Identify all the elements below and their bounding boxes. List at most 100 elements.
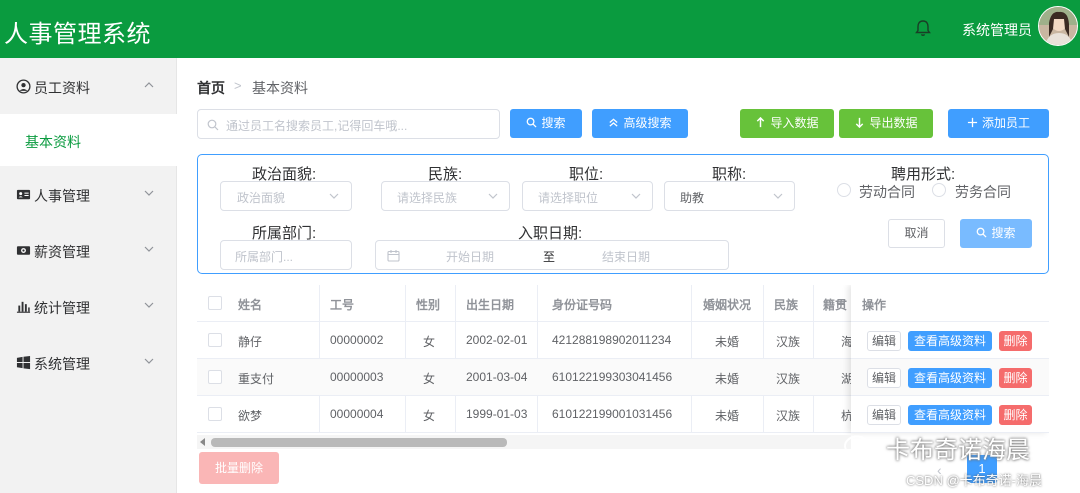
employ-radio-labor-label: 劳动合同	[859, 184, 915, 200]
employ-form-label: 聘用形式:	[891, 166, 956, 183]
cell-name: 静仔	[238, 335, 263, 349]
scroll-left-arrow-icon[interactable]	[200, 438, 206, 446]
user-name[interactable]: 系统管理员	[962, 20, 1032, 40]
cell-idcard: 421288198902011234	[552, 333, 672, 347]
advanced-search-label: 高级搜索	[623, 116, 672, 130]
employ-radio-service[interactable]	[932, 183, 946, 197]
cell-gender: 女	[423, 372, 436, 386]
date-start-placeholder: 开始日期	[446, 250, 495, 264]
advanced-search-submit-button[interactable]: 搜索	[960, 219, 1032, 248]
sidebar: 员工资料 基本资料 人事管理 薪资管理 统计管理 系统管理	[0, 58, 177, 493]
column-header-idcard: 身份证号码	[552, 298, 613, 312]
row-checkbox[interactable]	[208, 370, 222, 384]
title-select[interactable]: 助教	[664, 181, 795, 211]
export-label: 导出数据	[869, 116, 918, 130]
title-value: 助教	[680, 191, 705, 205]
advanced-search-button[interactable]: 高级搜索	[592, 109, 688, 138]
row-checkbox[interactable]	[208, 407, 222, 421]
department-input[interactable]: 所属部门...	[220, 240, 352, 270]
column-header-marriage: 婚姻状况	[703, 298, 752, 312]
search-input[interactable]: 通过员工名搜索员工,记得回车哦...	[197, 109, 500, 139]
row-checkbox[interactable]	[208, 333, 222, 347]
chevron-down-icon	[144, 246, 154, 252]
chevron-down-icon	[329, 193, 339, 199]
horizontal-scrollbar[interactable]	[197, 435, 851, 449]
search-icon	[207, 119, 219, 131]
user-circle-icon	[16, 79, 31, 94]
windows-icon	[16, 355, 31, 370]
export-data-button[interactable]: 导出数据	[839, 109, 933, 138]
cell-birth: 2002-02-01	[466, 333, 528, 347]
sidebar-item-salary[interactable]: 薪资管理	[0, 222, 177, 278]
cell-gender: 女	[423, 335, 436, 349]
column-header-gender: 性别	[416, 298, 441, 312]
edit-button[interactable]: 编辑	[867, 331, 901, 351]
add-employee-button[interactable]: 添加员工	[948, 109, 1049, 138]
watermark-main: 卡布奇诺海晨	[886, 437, 1030, 464]
sidebar-subitem-basic-info[interactable]: 基本资料	[0, 114, 177, 166]
download-icon	[856, 117, 864, 128]
nation-select[interactable]: 请选择民族	[381, 181, 510, 211]
department-placeholder: 所属部门...	[235, 250, 294, 264]
watermark-sub: CSDN @卡布奇诺-海晨	[906, 473, 1042, 488]
cell-idcard: 610122199001031456	[552, 407, 673, 421]
cell-id: 00000004	[330, 407, 384, 421]
entry-date-range[interactable]: 开始日期 至 结束日期	[375, 240, 729, 270]
select-all-checkbox[interactable]	[208, 296, 222, 310]
delete-button[interactable]: 删除	[999, 368, 1032, 388]
edit-button[interactable]: 编辑	[867, 368, 901, 388]
column-header-actions: 操作	[862, 298, 887, 312]
advanced-search-panel: 政治面貌: 民族: 职位: 职称: 聘用形式: 政治面貌 请选择民族 请选择职位…	[197, 154, 1049, 274]
search-placeholder: 通过员工名搜索员工,记得回车哦...	[226, 119, 408, 133]
advanced-search-submit-label: 搜索	[991, 226, 1016, 240]
column-header-id: 工号	[330, 298, 355, 312]
delete-button[interactable]: 删除	[999, 405, 1032, 425]
employ-radio-service-label: 劳务合同	[955, 184, 1011, 200]
delete-button[interactable]: 删除	[999, 331, 1032, 351]
breadcrumb-home[interactable]: 首页	[197, 78, 225, 98]
column-header-name: 姓名	[238, 298, 263, 312]
cell-birth: 2001-03-04	[466, 370, 528, 384]
batch-delete-button[interactable]: 批量删除	[199, 452, 279, 484]
search-icon	[977, 227, 988, 238]
position-select[interactable]: 请选择职位	[522, 181, 653, 211]
bar-chart-icon	[16, 301, 31, 313]
import-data-button[interactable]: 导入数据	[740, 109, 834, 138]
cell-idcard: 610122199303041456	[552, 370, 673, 384]
scrollbar-thumb[interactable]	[211, 438, 507, 447]
search-button[interactable]: 搜索	[510, 109, 582, 138]
chevron-down-icon	[144, 190, 154, 196]
sidebar-item-label: 人事管理	[34, 188, 90, 204]
id-card-icon	[16, 189, 31, 200]
sidebar-item-employee-info[interactable]: 员工资料 基本资料	[0, 58, 177, 166]
date-end-placeholder: 结束日期	[602, 250, 651, 264]
edit-button[interactable]: 编辑	[867, 405, 901, 425]
cell-nation: 汉族	[776, 372, 801, 386]
cell-nation: 汉族	[776, 335, 801, 349]
avatar[interactable]	[1038, 6, 1078, 46]
top-header: 人事管理系统 系统管理员	[0, 0, 1080, 58]
sidebar-item-hr[interactable]: 人事管理	[0, 166, 177, 222]
sidebar-item-statistics[interactable]: 统计管理	[0, 278, 177, 334]
view-details-button[interactable]: 查看高级资料	[908, 405, 992, 425]
date-range-separator: 至	[543, 250, 556, 264]
sidebar-subitem-label: 基本资料	[25, 134, 81, 150]
operations-column: 操作 编辑 查看高级资料 删除 编辑 查看高级资料 删除 编辑 查看高级资料 删…	[851, 285, 1049, 433]
view-details-button[interactable]: 查看高级资料	[908, 368, 992, 388]
political-select[interactable]: 政治面貌	[220, 181, 352, 211]
calendar-icon	[387, 250, 400, 262]
search-icon	[527, 117, 538, 128]
column-header-native: 籍贯	[823, 298, 848, 312]
bell-icon[interactable]	[913, 18, 933, 38]
chevron-down-icon	[144, 302, 154, 308]
chevron-down-icon	[488, 193, 498, 199]
sidebar-item-label: 统计管理	[34, 300, 90, 316]
sidebar-item-system[interactable]: 系统管理	[0, 334, 177, 390]
view-details-button[interactable]: 查看高级资料	[908, 331, 992, 351]
plus-icon	[967, 117, 978, 128]
cancel-button[interactable]: 取消	[888, 219, 945, 248]
cell-nation: 汉族	[776, 409, 801, 423]
column-header-nation: 民族	[774, 298, 799, 312]
employ-radio-labor[interactable]	[837, 183, 851, 197]
cell-gender: 女	[423, 409, 436, 423]
